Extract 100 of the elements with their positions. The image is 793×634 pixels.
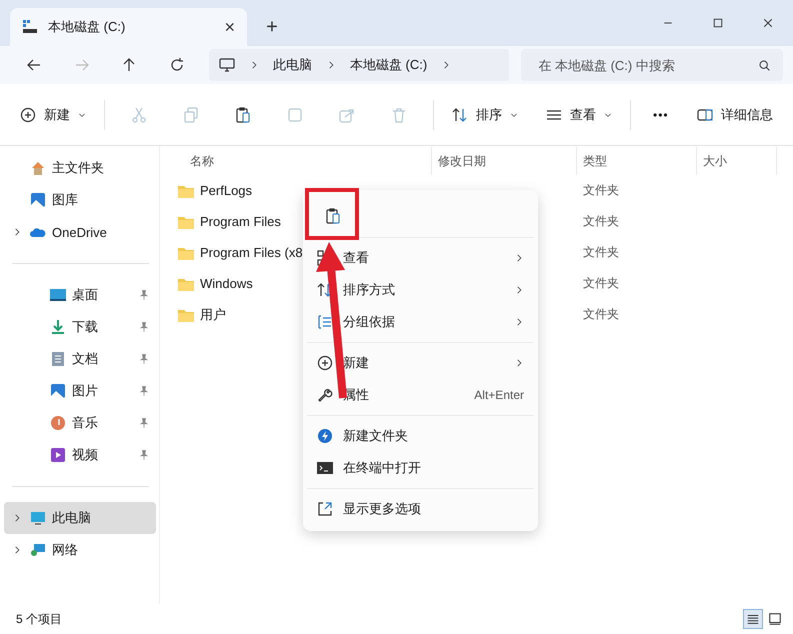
menu-item[interactable]: 新建文件夹 [307, 420, 534, 452]
file-name: Windows [200, 276, 253, 291]
details-view-button[interactable] [743, 609, 763, 629]
plus-circle-icon [20, 106, 36, 122]
open-external-icon [317, 501, 333, 517]
column-header[interactable]: 修改日期 [432, 147, 577, 175]
sidebar-item[interactable]: OneDrive [4, 216, 156, 248]
download-icon [50, 319, 66, 335]
sidebar-item[interactable]: 此电脑 [4, 502, 156, 534]
pin-icon [138, 385, 150, 397]
new-button[interactable]: 新建 [12, 98, 94, 132]
shortcut-text: Alt+Enter [474, 388, 524, 402]
list-icon [746, 612, 760, 626]
sidebar-item[interactable]: 音乐 [4, 407, 156, 439]
sidebar-label: 视频 [72, 446, 99, 464]
sidebar-label: 下载 [72, 318, 99, 336]
maximize-icon [712, 17, 724, 29]
sidebar-label: 文档 [72, 350, 99, 368]
view-button[interactable]: 查看 [538, 98, 620, 132]
sidebar-item[interactable]: 桌面 [4, 279, 156, 311]
group-icon [317, 314, 333, 330]
details-pane-button[interactable]: 详细信息 [689, 98, 781, 132]
sidebar-item[interactable]: 图片 [4, 375, 156, 407]
trash-icon [391, 106, 407, 122]
clipboard-icon [235, 106, 251, 122]
sort-icon [452, 106, 468, 122]
sidebar-item[interactable]: 主文件夹 [4, 152, 156, 184]
refresh-icon [169, 57, 186, 73]
sidebar-label: 图片 [72, 382, 99, 400]
folder-icon [178, 308, 194, 322]
column-header[interactable]: 大小 [697, 147, 777, 175]
pin-icon [138, 417, 150, 429]
tab[interactable]: 本地磁盘 (C:) × [10, 8, 247, 46]
clipboard-icon [325, 208, 341, 224]
column-header[interactable]: 类型 [577, 147, 697, 175]
music-icon [50, 415, 66, 431]
sidebar-item[interactable]: 视频 [4, 439, 156, 471]
menu-item[interactable]: 在终端中打开 [307, 452, 534, 484]
close-tab-button[interactable]: × [224, 16, 235, 38]
menu-item[interactable]: 新建 [307, 347, 534, 379]
drive-icon [22, 19, 38, 35]
details-pane-icon [697, 106, 713, 122]
pin-icon [138, 321, 150, 333]
scissors-icon [131, 106, 147, 122]
sidebar-label: 音乐 [72, 414, 99, 432]
monitor-icon [218, 57, 235, 73]
sidebar-item[interactable]: 图库 [4, 184, 156, 216]
search-field[interactable]: 在 本地磁盘 (C:) 中搜索 [536, 56, 758, 74]
sidebar-label: 图库 [52, 191, 79, 209]
close-icon [762, 17, 774, 29]
pin-icon [138, 353, 150, 365]
pin-icon [138, 449, 150, 461]
more-button[interactable]: ••• [645, 98, 677, 132]
search-icon [758, 58, 772, 72]
tile-icon [768, 612, 782, 626]
menu-item[interactable]: 排序方式 [307, 274, 534, 306]
folder-icon [178, 184, 194, 198]
sidebar-item[interactable]: 网络 [4, 534, 156, 566]
file-name: Program Files (x8 [200, 245, 303, 260]
column-header[interactable]: 名称 [184, 147, 432, 175]
forward-arrow-icon [74, 57, 90, 73]
plus-circle-icon [317, 355, 333, 371]
folder-icon [178, 246, 194, 260]
table-cell: 文件夹 [583, 307, 619, 321]
sidebar-item[interactable]: 文档 [4, 343, 156, 375]
table-cell: 文件夹 [583, 183, 619, 197]
folder-icon [178, 214, 194, 228]
sidebar-label: 网络 [52, 541, 79, 559]
breadcrumb[interactable]: 本地磁盘 (C:) [350, 56, 428, 74]
video-icon [50, 447, 66, 463]
new-tab-button[interactable]: + [247, 8, 297, 46]
address-bar[interactable]: 此电脑 本地磁盘 (C:) [208, 49, 510, 81]
folder-icon [178, 276, 194, 290]
wrench-icon [317, 387, 333, 403]
table-cell: 文件夹 [583, 245, 619, 259]
file-name: PerfLogs [200, 183, 252, 198]
sort-button[interactable]: 排序 [444, 98, 526, 132]
sidebar-label: OneDrive [52, 224, 108, 240]
breadcrumb[interactable]: 此电脑 [272, 56, 312, 74]
file-name: Program Files [200, 214, 281, 229]
table-cell: 文件夹 [583, 276, 619, 290]
menu-item[interactable]: 显示更多选项 [307, 493, 534, 525]
bolt-icon [317, 428, 333, 444]
item-count: 5 个项目 [16, 610, 62, 628]
desktop-icon [50, 287, 66, 303]
computer-icon [30, 510, 46, 526]
sidebar-label: 此电脑 [52, 509, 92, 527]
share-icon [339, 106, 355, 122]
home-icon [30, 160, 46, 176]
file-name: 用户 [200, 306, 226, 324]
network-icon [30, 542, 46, 558]
tab-title: 本地磁盘 (C:) [48, 18, 126, 36]
sidebar-label: 主文件夹 [52, 159, 105, 177]
sidebar-item[interactable]: 下载 [4, 311, 156, 343]
copy-icon [183, 106, 199, 122]
search-box[interactable]: 在 本地磁盘 (C:) 中搜索 [521, 49, 784, 81]
highlight-box [305, 188, 359, 240]
document-icon [50, 351, 66, 367]
table-cell: 文件夹 [583, 214, 619, 228]
menu-item[interactable]: 分组依据 [307, 306, 534, 338]
